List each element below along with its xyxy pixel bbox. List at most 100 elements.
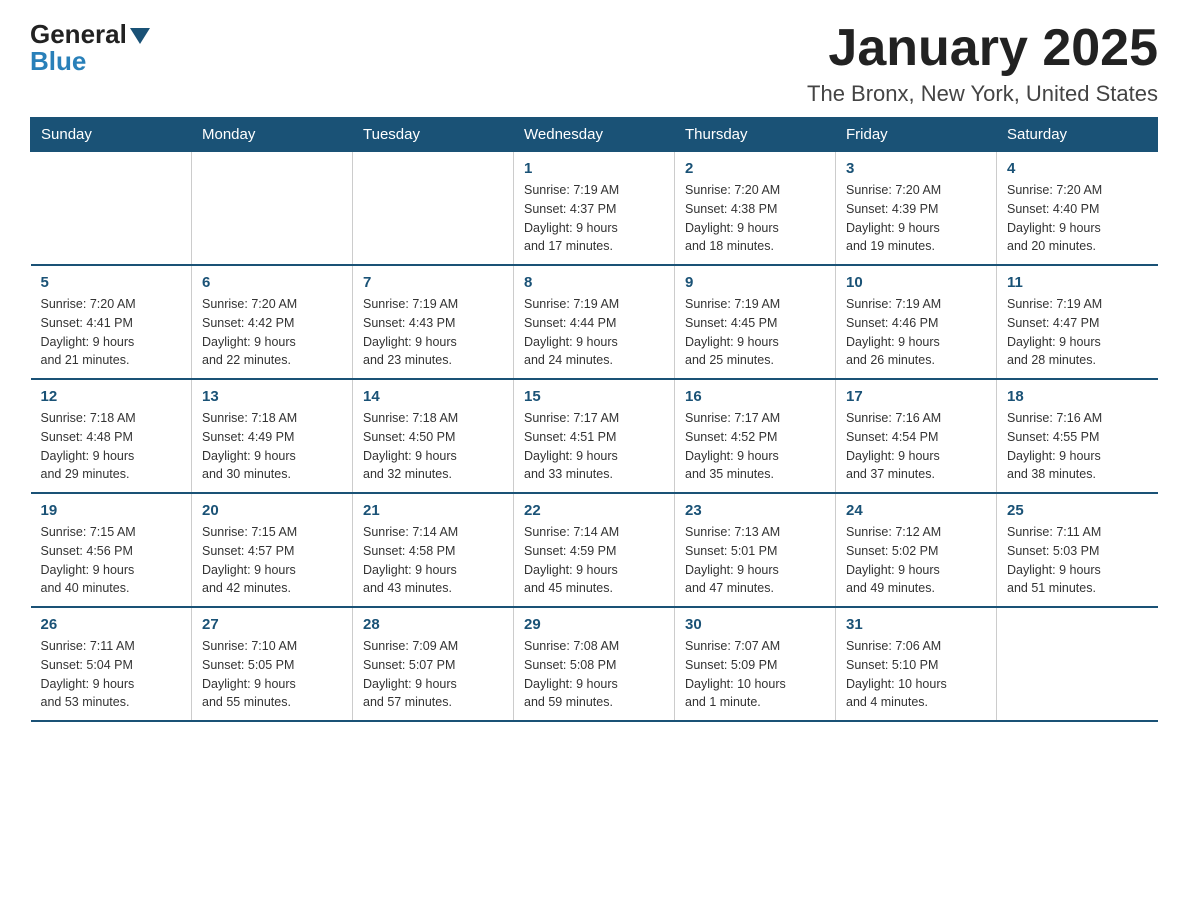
header: General Blue January 2025 The Bronx, New… <box>30 20 1158 107</box>
weekday-header-row: SundayMondayTuesdayWednesdayThursdayFrid… <box>31 118 1158 152</box>
day-info: Sunrise: 7:12 AM Sunset: 5:02 PM Dayligh… <box>846 523 986 598</box>
calendar-cell: 29 Sunrise: 7:08 AM Sunset: 5:08 PM Dayli… <box>514 607 675 721</box>
calendar-cell: 18 Sunrise: 7:16 AM Sunset: 4:55 PM Dayli… <box>997 379 1158 493</box>
calendar-table: SundayMondayTuesdayWednesdayThursdayFrid… <box>30 117 1158 722</box>
day-info: Sunrise: 7:18 AM Sunset: 4:50 PM Dayligh… <box>363 409 503 484</box>
day-info: Sunrise: 7:07 AM Sunset: 5:09 PM Dayligh… <box>685 637 825 712</box>
day-info: Sunrise: 7:08 AM Sunset: 5:08 PM Dayligh… <box>524 637 664 712</box>
calendar-cell <box>997 607 1158 721</box>
day-info: Sunrise: 7:09 AM Sunset: 5:07 PM Dayligh… <box>363 637 503 712</box>
day-number: 10 <box>846 274 986 291</box>
day-info: Sunrise: 7:19 AM Sunset: 4:44 PM Dayligh… <box>524 295 664 370</box>
weekday-header-friday: Friday <box>836 118 997 152</box>
calendar-cell <box>353 152 514 266</box>
day-info: Sunrise: 7:14 AM Sunset: 4:58 PM Dayligh… <box>363 523 503 598</box>
day-info: Sunrise: 7:18 AM Sunset: 4:49 PM Dayligh… <box>202 409 342 484</box>
month-title: January 2025 <box>807 20 1158 77</box>
day-number: 26 <box>41 616 182 633</box>
calendar-cell: 8 Sunrise: 7:19 AM Sunset: 4:44 PM Daylig… <box>514 265 675 379</box>
logo-blue-text: Blue <box>30 47 150 76</box>
calendar-week-row: 19 Sunrise: 7:15 AM Sunset: 4:56 PM Dayli… <box>31 493 1158 607</box>
day-number: 27 <box>202 616 342 633</box>
day-info: Sunrise: 7:11 AM Sunset: 5:04 PM Dayligh… <box>41 637 182 712</box>
day-info: Sunrise: 7:14 AM Sunset: 4:59 PM Dayligh… <box>524 523 664 598</box>
calendar-cell: 27 Sunrise: 7:10 AM Sunset: 5:05 PM Dayli… <box>192 607 353 721</box>
day-info: Sunrise: 7:15 AM Sunset: 4:57 PM Dayligh… <box>202 523 342 598</box>
calendar-cell: 14 Sunrise: 7:18 AM Sunset: 4:50 PM Dayli… <box>353 379 514 493</box>
day-info: Sunrise: 7:16 AM Sunset: 4:55 PM Dayligh… <box>1007 409 1148 484</box>
calendar-cell: 11 Sunrise: 7:19 AM Sunset: 4:47 PM Dayli… <box>997 265 1158 379</box>
day-number: 20 <box>202 502 342 519</box>
calendar-cell: 28 Sunrise: 7:09 AM Sunset: 5:07 PM Dayli… <box>353 607 514 721</box>
calendar-cell: 31Sunrise: 7:06 AM Sunset: 5:10 PM Dayli… <box>836 607 997 721</box>
day-number: 23 <box>685 502 825 519</box>
weekday-header-thursday: Thursday <box>675 118 836 152</box>
day-info: Sunrise: 7:20 AM Sunset: 4:42 PM Dayligh… <box>202 295 342 370</box>
day-number: 7 <box>363 274 503 291</box>
calendar-cell: 25Sunrise: 7:11 AM Sunset: 5:03 PM Dayli… <box>997 493 1158 607</box>
day-number: 9 <box>685 274 825 291</box>
calendar-cell: 7 Sunrise: 7:19 AM Sunset: 4:43 PM Daylig… <box>353 265 514 379</box>
calendar-cell: 12 Sunrise: 7:18 AM Sunset: 4:48 PM Dayli… <box>31 379 192 493</box>
calendar-week-row: 12 Sunrise: 7:18 AM Sunset: 4:48 PM Dayli… <box>31 379 1158 493</box>
day-info: Sunrise: 7:20 AM Sunset: 4:40 PM Dayligh… <box>1007 181 1148 256</box>
day-number: 4 <box>1007 160 1148 177</box>
calendar-week-row: 1 Sunrise: 7:19 AM Sunset: 4:37 PM Daylig… <box>31 152 1158 266</box>
day-number: 11 <box>1007 274 1148 291</box>
day-number: 24 <box>846 502 986 519</box>
calendar-cell <box>192 152 353 266</box>
day-info: Sunrise: 7:19 AM Sunset: 4:43 PM Dayligh… <box>363 295 503 370</box>
day-number: 1 <box>524 160 664 177</box>
day-info: Sunrise: 7:19 AM Sunset: 4:46 PM Dayligh… <box>846 295 986 370</box>
day-info: Sunrise: 7:18 AM Sunset: 4:48 PM Dayligh… <box>41 409 182 484</box>
weekday-header-sunday: Sunday <box>31 118 192 152</box>
day-number: 14 <box>363 388 503 405</box>
day-number: 30 <box>685 616 825 633</box>
title-area: January 2025 The Bronx, New York, United… <box>807 20 1158 107</box>
day-info: Sunrise: 7:19 AM Sunset: 4:37 PM Dayligh… <box>524 181 664 256</box>
day-number: 29 <box>524 616 664 633</box>
day-number: 8 <box>524 274 664 291</box>
day-info: Sunrise: 7:20 AM Sunset: 4:38 PM Dayligh… <box>685 181 825 256</box>
day-info: Sunrise: 7:20 AM Sunset: 4:41 PM Dayligh… <box>41 295 182 370</box>
calendar-cell: 5 Sunrise: 7:20 AM Sunset: 4:41 PM Daylig… <box>31 265 192 379</box>
day-number: 31 <box>846 616 986 633</box>
calendar-cell: 23Sunrise: 7:13 AM Sunset: 5:01 PM Dayli… <box>675 493 836 607</box>
logo-arrow-icon <box>130 28 150 44</box>
weekday-header-wednesday: Wednesday <box>514 118 675 152</box>
day-number: 5 <box>41 274 182 291</box>
day-info: Sunrise: 7:16 AM Sunset: 4:54 PM Dayligh… <box>846 409 986 484</box>
calendar-cell: 26 Sunrise: 7:11 AM Sunset: 5:04 PM Dayli… <box>31 607 192 721</box>
calendar-week-row: 26 Sunrise: 7:11 AM Sunset: 5:04 PM Dayli… <box>31 607 1158 721</box>
day-number: 22 <box>524 502 664 519</box>
calendar-cell: 19 Sunrise: 7:15 AM Sunset: 4:56 PM Dayli… <box>31 493 192 607</box>
calendar-cell: 20 Sunrise: 7:15 AM Sunset: 4:57 PM Dayli… <box>192 493 353 607</box>
day-number: 28 <box>363 616 503 633</box>
day-info: Sunrise: 7:10 AM Sunset: 5:05 PM Dayligh… <box>202 637 342 712</box>
day-number: 16 <box>685 388 825 405</box>
weekday-header-saturday: Saturday <box>997 118 1158 152</box>
calendar-cell: 3Sunrise: 7:20 AM Sunset: 4:39 PM Daylig… <box>836 152 997 266</box>
day-number: 19 <box>41 502 182 519</box>
day-number: 15 <box>524 388 664 405</box>
day-number: 13 <box>202 388 342 405</box>
calendar-cell: 24 Sunrise: 7:12 AM Sunset: 5:02 PM Dayli… <box>836 493 997 607</box>
day-number: 17 <box>846 388 986 405</box>
day-number: 6 <box>202 274 342 291</box>
day-number: 18 <box>1007 388 1148 405</box>
calendar-cell: 30 Sunrise: 7:07 AM Sunset: 5:09 PM Dayli… <box>675 607 836 721</box>
logo: General Blue <box>30 20 150 75</box>
calendar-cell: 6 Sunrise: 7:20 AM Sunset: 4:42 PM Daylig… <box>192 265 353 379</box>
calendar-cell: 1 Sunrise: 7:19 AM Sunset: 4:37 PM Daylig… <box>514 152 675 266</box>
day-info: Sunrise: 7:15 AM Sunset: 4:56 PM Dayligh… <box>41 523 182 598</box>
calendar-cell: 2 Sunrise: 7:20 AM Sunset: 4:38 PM Daylig… <box>675 152 836 266</box>
calendar-cell: 13 Sunrise: 7:18 AM Sunset: 4:49 PM Dayli… <box>192 379 353 493</box>
day-number: 25 <box>1007 502 1148 519</box>
day-number: 2 <box>685 160 825 177</box>
day-info: Sunrise: 7:19 AM Sunset: 4:47 PM Dayligh… <box>1007 295 1148 370</box>
calendar-cell: 22 Sunrise: 7:14 AM Sunset: 4:59 PM Dayli… <box>514 493 675 607</box>
day-number: 12 <box>41 388 182 405</box>
day-info: Sunrise: 7:19 AM Sunset: 4:45 PM Dayligh… <box>685 295 825 370</box>
day-number: 21 <box>363 502 503 519</box>
calendar-cell: 16Sunrise: 7:17 AM Sunset: 4:52 PM Dayli… <box>675 379 836 493</box>
